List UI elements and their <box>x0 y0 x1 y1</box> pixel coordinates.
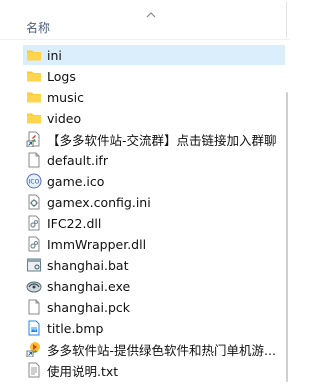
file-icon <box>26 299 42 315</box>
list-item[interactable]: 多多软件站-提供绿色软件和热门单机游... <box>23 339 285 359</box>
vertical-scrollbar[interactable] <box>284 40 290 385</box>
scrollbar-thumb[interactable] <box>286 92 288 382</box>
txt-file-icon <box>26 362 42 378</box>
file-name: gamex.config.ini <box>47 194 151 210</box>
file-name: ini <box>47 47 62 63</box>
file-name: title.bmp <box>47 320 104 336</box>
file-name: Logs <box>47 68 76 84</box>
file-name: default.ifr <box>47 152 108 168</box>
list-item[interactable]: default.ifr <box>23 150 285 170</box>
name-column-header[interactable]: 名称 <box>26 19 50 36</box>
file-name: shanghai.bat <box>47 257 129 273</box>
file-name: ImmWrapper.dll <box>47 236 147 252</box>
folder-icon <box>26 47 42 63</box>
list-item[interactable]: music <box>23 87 285 107</box>
exe-file-icon <box>26 278 42 294</box>
list-item[interactable]: title.bmp <box>23 318 285 338</box>
file-name: shanghai.exe <box>47 278 131 294</box>
list-item[interactable]: shanghai.bat <box>23 255 285 275</box>
column-separator[interactable] <box>286 2 287 38</box>
list-item[interactable]: video <box>23 108 285 128</box>
shortcut-icon <box>26 131 42 148</box>
list-item[interactable]: gamex.config.ini <box>23 192 285 212</box>
config-file-icon <box>26 194 42 210</box>
dll-file-icon <box>26 236 42 252</box>
file-name: shanghai.pck <box>47 299 131 315</box>
list-item[interactable]: ImmWrapper.dll <box>23 234 285 254</box>
folder-icon <box>26 89 42 105</box>
url-shortcut-icon <box>26 341 42 358</box>
list-item[interactable]: 使用说明.txt <box>23 360 285 380</box>
file-icon <box>26 152 42 168</box>
sort-ascending-icon <box>146 12 156 18</box>
folder-icon <box>26 68 42 84</box>
file-name: 多多软件站-提供绿色软件和热门单机游... <box>47 342 276 358</box>
list-item[interactable]: Logs <box>23 66 285 86</box>
file-name: video <box>47 110 82 126</box>
file-name: game.ico <box>47 173 105 189</box>
file-name: 使用说明.txt <box>47 363 119 379</box>
list-item[interactable]: shanghai.exe <box>23 276 285 296</box>
list-item[interactable]: shanghai.pck <box>23 297 285 317</box>
bat-file-icon <box>26 257 42 273</box>
ico-file-icon: ICO <box>26 173 42 189</box>
svg-text:ICO: ICO <box>29 179 40 186</box>
column-header: 名称 <box>0 0 290 40</box>
list-item[interactable]: IFC22.dll <box>23 213 285 233</box>
list-item[interactable]: ICO game.ico <box>23 171 285 191</box>
file-name: IFC22.dll <box>47 215 102 231</box>
bmp-file-icon <box>26 320 42 336</box>
file-name: music <box>47 89 84 105</box>
file-name: 【多多软件站-交流群】点击链接加入群聊 <box>47 132 277 148</box>
folder-icon <box>26 110 42 126</box>
dll-file-icon <box>26 215 42 231</box>
list-item[interactable]: ini <box>23 45 285 65</box>
list-item[interactable]: 【多多软件站-交流群】点击链接加入群聊 <box>23 129 285 149</box>
